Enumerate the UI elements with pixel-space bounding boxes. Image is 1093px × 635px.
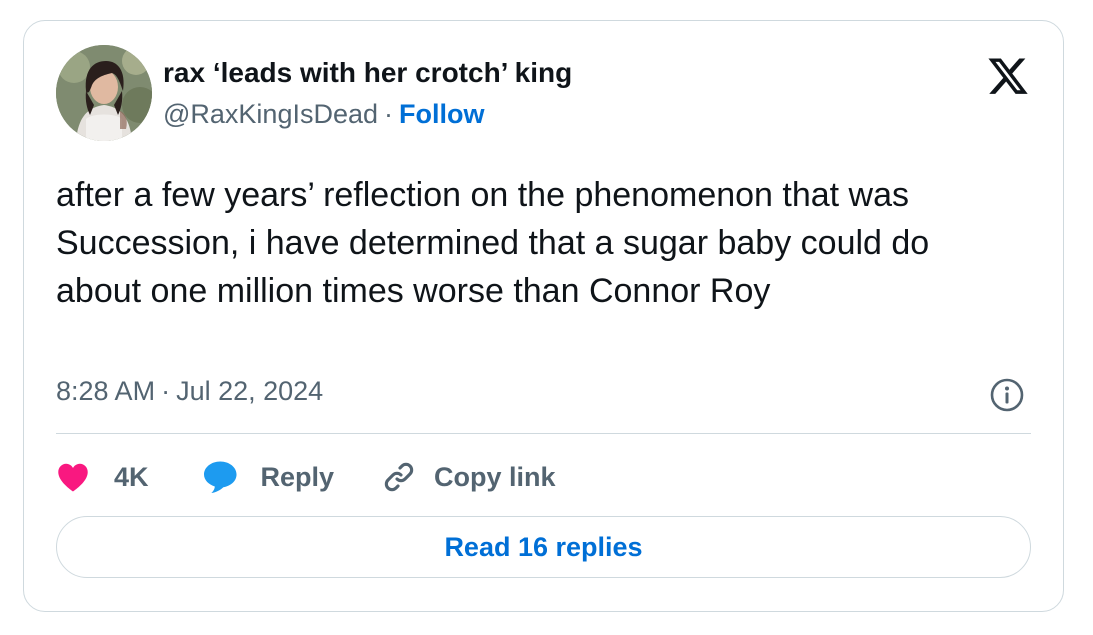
- tweet-card: rax ‘leads with her crotch’ king @RaxKin…: [23, 20, 1064, 612]
- reply-button[interactable]: Reply: [203, 460, 335, 494]
- handle-separator: ·: [384, 99, 394, 129]
- tweet-date: Jul 22, 2024: [176, 376, 324, 406]
- follow-button[interactable]: Follow: [399, 99, 484, 129]
- copy-link-button[interactable]: Copy link: [382, 460, 556, 494]
- copy-link-label: Copy link: [434, 461, 556, 492]
- divider: [56, 433, 1031, 434]
- like-button[interactable]: 4K: [56, 462, 149, 493]
- like-count: 4K: [114, 461, 149, 492]
- avatar[interactable]: [56, 45, 152, 141]
- user-handle[interactable]: @RaxKingIsDead: [163, 99, 378, 129]
- speech-bubble-icon: [203, 461, 237, 493]
- tweet-text: after a few years’ reflection on the phe…: [56, 176, 930, 310]
- display-name[interactable]: rax ‘leads with her crotch’ king: [163, 57, 572, 89]
- reply-label: Reply: [260, 461, 335, 492]
- link-icon: [384, 462, 414, 492]
- action-bar: 4K Reply Copy link: [56, 453, 556, 501]
- info-icon[interactable]: [989, 377, 1025, 413]
- read-replies-button[interactable]: Read 16 replies: [56, 516, 1031, 578]
- handle-row: @RaxKingIsDead · Follow: [163, 99, 485, 130]
- timestamp[interactable]: 8:28 AM · Jul 22, 2024: [56, 376, 323, 407]
- heart-icon: [58, 463, 88, 492]
- timestamp-separator: ·: [161, 376, 171, 406]
- avatar-image: [56, 45, 152, 141]
- tweet-time: 8:28 AM: [56, 376, 156, 406]
- x-logo-icon[interactable]: [986, 58, 1030, 98]
